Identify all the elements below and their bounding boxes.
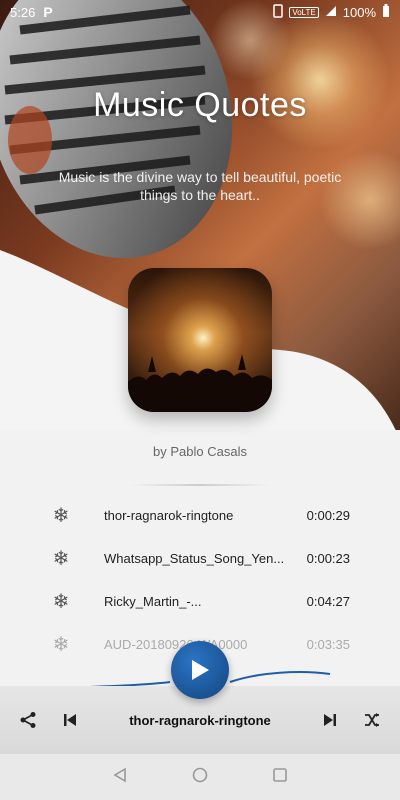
shuffle-icon[interactable] <box>358 706 386 734</box>
crowd-silhouette <box>128 354 272 412</box>
track-title: thor-ragnarok-ringtone <box>104 508 234 523</box>
track-duration: 0:00:29 <box>306 508 350 523</box>
list-item[interactable]: ❄ Ricky_Martin_-... 0:04:27 <box>0 580 400 623</box>
signal-icon <box>325 5 337 20</box>
track-duration: 0:04:27 <box>306 594 350 609</box>
system-nav-bar <box>0 754 400 800</box>
home-icon[interactable] <box>192 767 208 788</box>
status-bar: 5:26 P VoLTE 100% <box>0 0 400 24</box>
list-item[interactable]: ❄ thor-ragnarok-ringtone 0:00:29 <box>0 494 400 537</box>
quote-author: by Pablo Casals <box>153 444 247 459</box>
next-icon[interactable] <box>316 706 344 734</box>
share-icon[interactable] <box>14 706 42 734</box>
album-art <box>128 268 272 412</box>
play-icon <box>192 660 209 680</box>
vibrate-icon <box>273 3 284 21</box>
snowflake-icon: ❄ <box>52 591 70 613</box>
volte-badge: VoLTE <box>289 6 319 18</box>
list-item[interactable]: ❄ Whatsapp_Status_Song_Yen... 0:00:23 <box>0 537 400 580</box>
snowflake-icon: ❄ <box>52 634 70 656</box>
recents-icon[interactable] <box>272 767 288 788</box>
snowflake-icon: ❄ <box>52 505 70 527</box>
divider <box>130 484 270 486</box>
back-icon[interactable] <box>112 767 128 788</box>
play-button[interactable] <box>171 641 229 699</box>
snowflake-icon: ❄ <box>52 548 70 570</box>
track-duration: 0:00:23 <box>306 551 350 566</box>
battery-icon <box>382 3 390 21</box>
previous-icon[interactable] <box>56 706 84 734</box>
track-title: Ricky_Martin_-... <box>104 594 202 609</box>
track-duration: 0:03:35 <box>306 637 350 652</box>
status-time: 5:26 <box>10 4 36 20</box>
app-notification-icon: P <box>43 4 53 20</box>
track-title: Whatsapp_Status_Song_Yen... <box>104 551 285 566</box>
quote-text: Music is the divine way to tell beautifu… <box>58 169 342 203</box>
page-title: Music Quotes <box>93 86 307 124</box>
now-playing-title: thor-ragnarok-ringtone <box>129 712 271 728</box>
battery-percent: 100% <box>342 4 376 20</box>
